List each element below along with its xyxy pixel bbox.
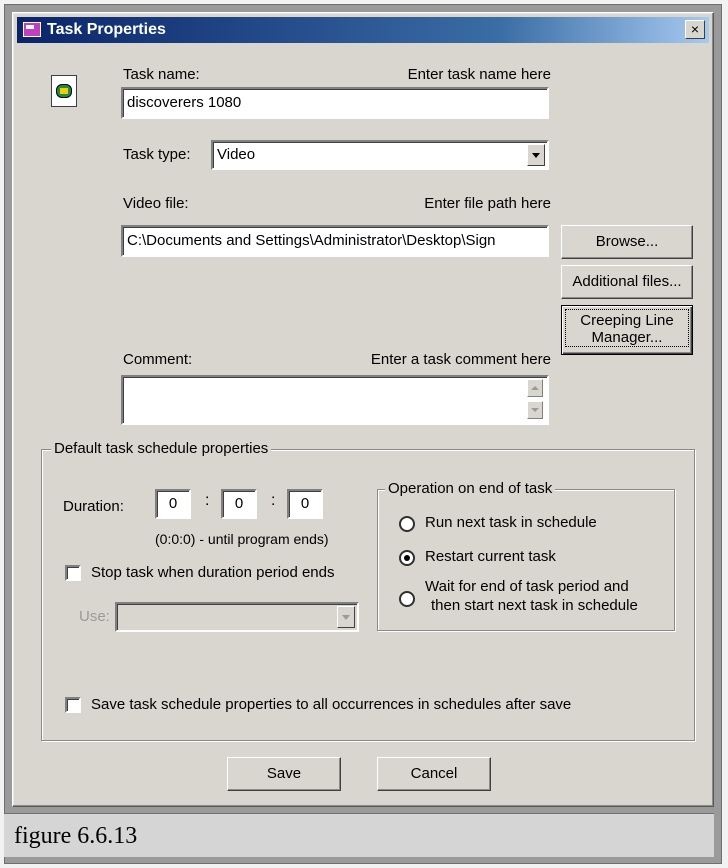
cancel-button[interactable]: Cancel	[377, 757, 491, 791]
task-name-hint: Enter task name here	[407, 66, 551, 83]
save-button[interactable]: Save	[227, 757, 341, 791]
duration-seconds-input[interactable]: 0	[287, 489, 323, 519]
video-file-input[interactable]: C:\Documents and Settings\Administrator\…	[121, 225, 549, 257]
radio-run-next[interactable]	[399, 516, 415, 532]
duration-colon-2: :	[271, 492, 276, 509]
creeping-line-manager-button[interactable]: Creeping Line Manager...	[561, 305, 693, 355]
radio-wait-end-label-1: Wait for end of task period and	[425, 578, 629, 595]
duration-hours-input[interactable]: 0	[155, 489, 191, 519]
radio-wait-end[interactable]	[399, 591, 415, 607]
radio-wait-end-label-2: then start next task in schedule	[431, 597, 638, 614]
default-schedule-group-title: Default task schedule properties	[51, 440, 272, 457]
use-label: Use:	[79, 608, 110, 625]
video-file-hint: Enter file path here	[424, 195, 551, 212]
duration-label: Duration:	[63, 498, 124, 515]
duration-minutes-input[interactable]: 0	[221, 489, 257, 519]
browse-button[interactable]: Browse...	[561, 225, 693, 259]
close-button[interactable]: ×	[685, 20, 705, 39]
task-name-input[interactable]: discoverers 1080	[121, 87, 549, 119]
comment-scroll-up-icon[interactable]	[527, 379, 543, 397]
radio-restart-current-label: Restart current task	[425, 548, 556, 565]
duration-colon-1: :	[205, 492, 210, 509]
comment-label: Comment:	[123, 351, 193, 368]
task-type-value: Video	[217, 146, 256, 163]
use-dropdown-icon[interactable]	[337, 606, 355, 628]
comment-hint: Enter a task comment here	[370, 351, 551, 368]
radio-run-next-label: Run next task in schedule	[425, 514, 597, 531]
additional-files-button[interactable]: Additional files...	[561, 265, 693, 299]
app-icon	[23, 22, 41, 37]
operation-group-title: Operation on end of task	[385, 480, 556, 497]
task-name-label: Task name:	[123, 66, 200, 83]
task-type-dropdown-icon[interactable]	[527, 144, 545, 166]
figure-caption: figure 6.6.13	[4, 813, 714, 857]
title-bar[interactable]: Task Properties ×	[17, 17, 709, 43]
comment-textarea[interactable]	[121, 375, 549, 425]
task-type-label: Task type:	[123, 146, 191, 163]
comment-scroll-down-icon[interactable]	[527, 401, 543, 419]
save-all-checkbox[interactable]	[65, 697, 81, 713]
creeping-line-label-1: Creeping Line	[580, 312, 674, 329]
task-icon	[51, 75, 77, 107]
save-all-label: Save task schedule properties to all occ…	[91, 696, 572, 713]
window-title: Task Properties	[47, 21, 166, 38]
task-properties-dialog: Task Properties × Task name: Enter task …	[12, 12, 714, 807]
radio-restart-current[interactable]	[399, 550, 415, 566]
use-select[interactable]	[115, 602, 359, 632]
stop-task-checkbox[interactable]	[65, 565, 81, 581]
stop-task-label: Stop task when duration period ends	[91, 564, 335, 581]
task-type-select[interactable]: Video	[211, 140, 549, 170]
video-file-label: Video file:	[123, 195, 189, 212]
duration-note: (0:0:0) - until program ends)	[155, 531, 329, 547]
creeping-line-label-2: Manager...	[591, 329, 663, 346]
